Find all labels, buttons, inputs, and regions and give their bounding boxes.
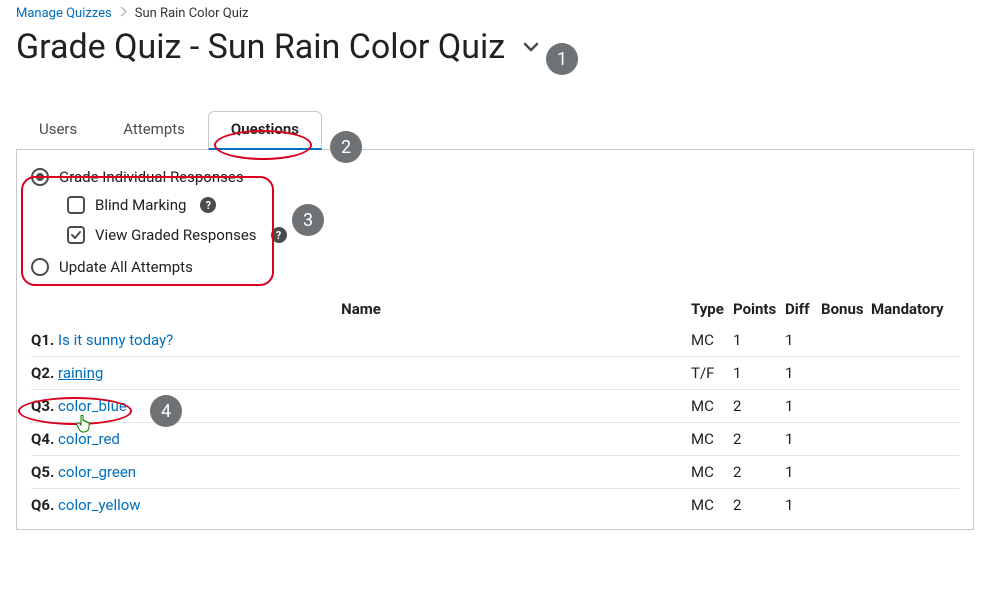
tab-questions[interactable]: Questions	[208, 111, 322, 150]
breadcrumb: Manage Quizzes Sun Rain Color Quiz	[16, 4, 974, 23]
checkbox-blind-marking[interactable]: Blind Marking ?	[31, 190, 959, 220]
cell-diff: 1	[785, 430, 821, 448]
checkbox-label: Blind Marking	[95, 196, 186, 214]
checkbox-icon	[67, 226, 85, 244]
cell-type: MC	[691, 397, 733, 415]
cell-points: 2	[733, 397, 785, 415]
question-link[interactable]: raining	[58, 364, 103, 382]
radio-grade-individual[interactable]: Grade Individual Responses	[31, 164, 959, 190]
cell-diff: 1	[785, 331, 821, 349]
questions-table: Name Type Points Diff Bonus Mandatory Q1…	[31, 294, 959, 521]
table-row: Q3. color_blue MC21	[31, 390, 959, 423]
breadcrumb-current: Sun Rain Color Quiz	[135, 6, 249, 21]
col-header-mandatory: Mandatory	[871, 300, 959, 318]
radio-icon	[31, 258, 49, 276]
page-title: Grade Quiz - Sun Rain Color Quiz	[16, 27, 505, 67]
tab-attempts[interactable]: Attempts	[100, 111, 208, 150]
cell-points: 1	[733, 364, 785, 382]
radio-label: Grade Individual Responses	[59, 168, 244, 186]
question-number: Q5.	[31, 463, 54, 481]
table-row: Q4. color_red MC21	[31, 423, 959, 456]
cell-type: MC	[691, 496, 733, 514]
checkbox-icon	[67, 196, 85, 214]
checkbox-label: View Graded Responses	[95, 226, 257, 244]
cell-diff: 1	[785, 364, 821, 382]
col-header-points: Points	[733, 300, 785, 318]
question-number: Q6.	[31, 496, 54, 514]
radio-icon	[31, 168, 49, 186]
cell-type: T/F	[691, 364, 733, 382]
cell-type: MC	[691, 430, 733, 448]
help-icon[interactable]: ?	[200, 197, 216, 213]
col-header-type: Type	[691, 300, 733, 318]
question-number: Q1.	[31, 331, 54, 349]
cell-diff: 1	[785, 397, 821, 415]
question-number: Q3.	[31, 397, 54, 415]
chevron-right-icon	[120, 6, 127, 21]
cell-points: 2	[733, 463, 785, 481]
questions-panel: Grade Individual Responses Blind Marking…	[16, 149, 974, 530]
checkbox-view-graded[interactable]: View Graded Responses ?	[31, 220, 959, 250]
table-row: Q1. Is it sunny today?MC11	[31, 324, 959, 357]
tab-users[interactable]: Users	[16, 111, 100, 150]
tab-bar: Users Attempts Questions	[16, 111, 974, 150]
table-row: Q2. rainingT/F11	[31, 357, 959, 390]
question-link[interactable]: color_green	[58, 463, 136, 481]
cell-points: 1	[733, 331, 785, 349]
title-actions-dropdown[interactable]	[523, 42, 539, 52]
cell-type: MC	[691, 463, 733, 481]
cell-type: MC	[691, 331, 733, 349]
col-header-bonus: Bonus	[821, 300, 871, 318]
question-number: Q2.	[31, 364, 54, 382]
table-header-row: Name Type Points Diff Bonus Mandatory	[31, 294, 959, 324]
breadcrumb-root-link[interactable]: Manage Quizzes	[16, 6, 112, 21]
radio-label: Update All Attempts	[59, 258, 193, 276]
cell-diff: 1	[785, 496, 821, 514]
table-row: Q5. color_green MC21	[31, 456, 959, 489]
radio-update-all[interactable]: Update All Attempts	[31, 254, 959, 280]
cell-diff: 1	[785, 463, 821, 481]
question-link[interactable]: color_red	[58, 430, 120, 448]
chevron-down-icon	[523, 42, 539, 52]
cell-points: 2	[733, 430, 785, 448]
question-number: Q4.	[31, 430, 54, 448]
question-link[interactable]: color_yellow	[58, 496, 141, 514]
question-link[interactable]: color_blue	[58, 397, 127, 415]
cell-points: 2	[733, 496, 785, 514]
table-row: Q6. color_yellow MC21	[31, 489, 959, 521]
help-icon[interactable]: ?	[271, 227, 287, 243]
question-link[interactable]: Is it sunny today?	[58, 331, 173, 349]
col-header-name: Name	[31, 300, 691, 318]
col-header-diff: Diff	[785, 300, 821, 318]
